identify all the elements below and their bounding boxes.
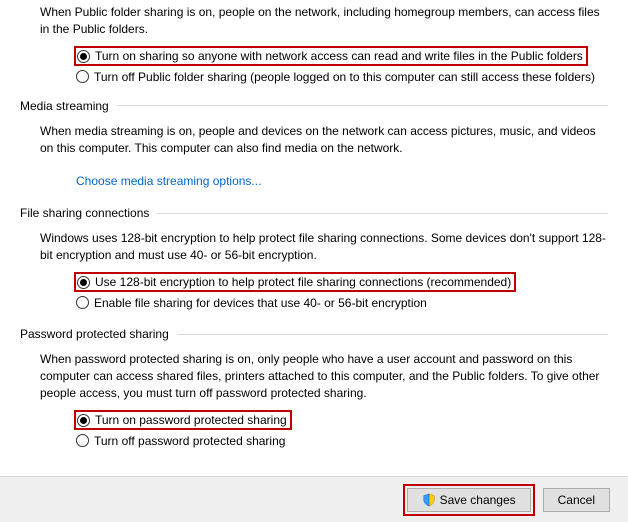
password-header: Password protected sharing xyxy=(20,327,177,341)
password-on-highlight: Turn on password protected sharing xyxy=(74,410,292,430)
media-header: Media streaming xyxy=(20,99,117,113)
public-folder-intro: When Public folder sharing is on, people… xyxy=(40,4,608,38)
divider xyxy=(177,334,608,335)
cancel-button[interactable]: Cancel xyxy=(543,488,610,512)
public-folder-on-label[interactable]: Turn on sharing so anyone with network a… xyxy=(95,49,583,63)
shield-icon xyxy=(422,493,436,507)
divider xyxy=(157,213,608,214)
media-intro: When media streaming is on, people and d… xyxy=(40,123,608,157)
filesharing-128-label[interactable]: Use 128-bit encryption to help protect f… xyxy=(95,275,511,289)
public-folder-off-label[interactable]: Turn off Public folder sharing (people l… xyxy=(94,69,608,85)
divider xyxy=(117,105,608,106)
filesharing-intro: Windows uses 128-bit encryption to help … xyxy=(40,230,608,264)
public-folder-on-highlight: Turn on sharing so anyone with network a… xyxy=(74,46,588,66)
save-button[interactable]: Save changes xyxy=(407,488,531,512)
password-intro: When password protected sharing is on, o… xyxy=(40,351,608,401)
password-off-label[interactable]: Turn off password protected sharing xyxy=(94,433,608,449)
filesharing-128-highlight: Use 128-bit encryption to help protect f… xyxy=(74,272,516,292)
save-highlight: Save changes xyxy=(403,484,535,516)
password-on-radio[interactable] xyxy=(77,414,90,427)
filesharing-header: File sharing connections xyxy=(20,206,157,220)
filesharing-128-radio[interactable] xyxy=(77,276,90,289)
save-label: Save changes xyxy=(440,493,516,507)
public-folder-on-radio[interactable] xyxy=(77,50,90,63)
password-off-radio[interactable] xyxy=(76,434,89,447)
button-bar: Save changes Cancel xyxy=(0,476,628,522)
filesharing-40-radio[interactable] xyxy=(76,296,89,309)
password-on-label[interactable]: Turn on password protected sharing xyxy=(95,413,287,427)
media-options-link[interactable]: Choose media streaming options... xyxy=(76,174,261,188)
cancel-label: Cancel xyxy=(558,493,595,507)
public-folder-off-radio[interactable] xyxy=(76,70,89,83)
filesharing-40-label[interactable]: Enable file sharing for devices that use… xyxy=(94,295,608,311)
